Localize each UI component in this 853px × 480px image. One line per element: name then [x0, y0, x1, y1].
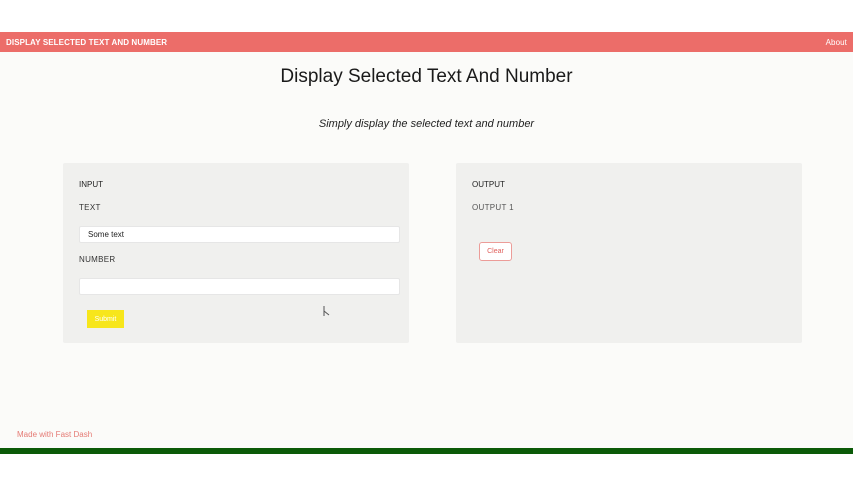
text-input[interactable]: Some text: [79, 226, 400, 243]
app-page: DISPLAY SELECTED TEXT AND NUMBER About D…: [0, 32, 853, 448]
input-card-title: INPUT: [79, 180, 103, 189]
output-card-title: OUTPUT: [472, 180, 505, 189]
number-input[interactable]: [79, 278, 400, 295]
about-link[interactable]: About: [826, 38, 847, 47]
bottom-bar: [0, 448, 853, 454]
submit-button[interactable]: Submit: [87, 310, 124, 328]
output-1-label: OUTPUT 1: [472, 203, 514, 212]
text-label: TEXT: [79, 203, 101, 212]
number-label: NUMBER: [79, 255, 116, 264]
page-subtitle: Simply display the selected text and num…: [318, 118, 535, 130]
navbar-brand[interactable]: DISPLAY SELECTED TEXT AND NUMBER: [6, 38, 167, 47]
navbar: DISPLAY SELECTED TEXT AND NUMBER About: [0, 32, 853, 52]
made-with-link[interactable]: Made with Fast Dash: [17, 430, 92, 439]
clear-button[interactable]: Clear: [479, 242, 512, 261]
input-card: INPUT TEXT Some text NUMBER Submit: [63, 163, 409, 343]
page-title: Display Selected Text And Number: [280, 66, 573, 87]
text-cursor-icon: [323, 306, 330, 316]
output-card: OUTPUT OUTPUT 1 Clear: [456, 163, 802, 343]
